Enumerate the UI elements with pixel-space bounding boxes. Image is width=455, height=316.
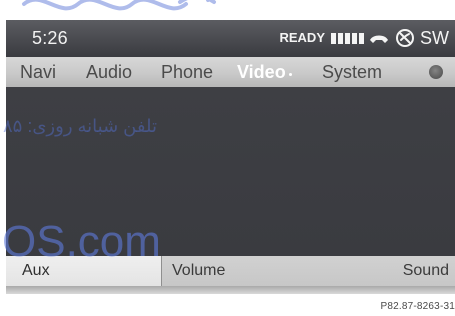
status-indicators: READY SW [279, 27, 449, 49]
signal-bar [345, 33, 350, 44]
sw-label: SW [420, 28, 449, 48]
signal-bar [352, 33, 357, 44]
phone-handset-icon [368, 31, 390, 45]
signal-bar [331, 33, 336, 44]
status-bar: 5:26 READY SW [6, 20, 455, 57]
figure-code: P82.87-8263-31 [380, 301, 455, 312]
ready-status: READY [279, 30, 325, 45]
volume-label: Volume [172, 262, 226, 279]
signal-bar [359, 33, 364, 44]
menu-item-system[interactable]: System [322, 62, 382, 82]
aux-label: Aux [22, 262, 50, 279]
watermark-phone-text: تلفن شبانه روزی: ۸۵ [3, 116, 157, 136]
menu-item-navi[interactable]: Navi [20, 62, 56, 82]
top-margin [0, 0, 455, 20]
settings-ball-icon[interactable] [429, 65, 443, 79]
infotainment-screen: 5:26 READY SW Navi Audio Phone Video Sys… [6, 20, 455, 294]
sound-button[interactable]: Sound [262, 256, 455, 286]
no-signal-icon [394, 27, 416, 49]
video-content-area [6, 87, 455, 256]
aux-button[interactable]: Aux [6, 256, 162, 286]
menu-item-video[interactable]: Video [237, 62, 286, 82]
screen-bottom-edge [6, 286, 455, 294]
sound-label: Sound [402, 262, 449, 279]
page: 5:26 READY SW Navi Audio Phone Video Sys… [0, 0, 455, 316]
volume-button[interactable]: Volume [162, 256, 262, 286]
menu-item-phone[interactable]: Phone [161, 62, 213, 82]
bottom-menu-bar: Aux Volume Sound [6, 256, 455, 286]
active-menu-indicator [289, 73, 292, 76]
menu-item-audio[interactable]: Audio [86, 62, 132, 82]
signal-bar [338, 33, 343, 44]
main-menu: Navi Audio Phone Video System [6, 57, 455, 87]
signal-strength-icon [331, 32, 364, 44]
clock: 5:26 [32, 28, 68, 48]
